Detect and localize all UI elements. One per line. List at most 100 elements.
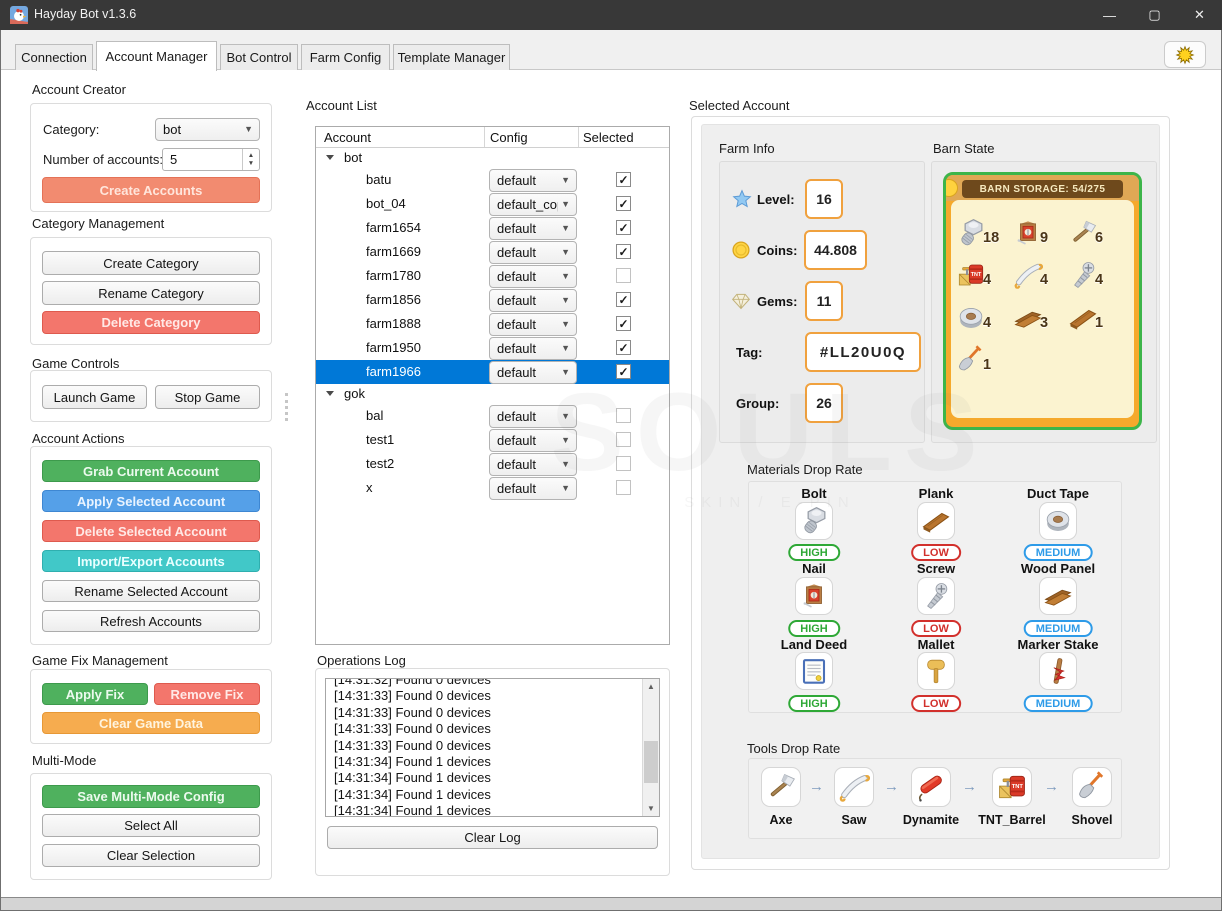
account-actions-title: Account Actions xyxy=(32,431,125,446)
chevron-down-icon: ▼ xyxy=(561,271,570,281)
selected-checkbox[interactable] xyxy=(616,480,631,495)
close-button[interactable]: ✕ xyxy=(1177,0,1222,30)
group-row-bot[interactable]: bot xyxy=(316,148,669,168)
tab-connection[interactable]: Connection xyxy=(15,44,93,70)
config-select[interactable]: default▼ xyxy=(489,241,577,264)
remove-fix-button[interactable]: Remove Fix xyxy=(154,683,260,705)
launch-game-button[interactable]: Launch Game xyxy=(42,385,147,409)
config-select[interactable]: default▼ xyxy=(489,217,577,240)
config-select[interactable]: default▼ xyxy=(489,405,577,428)
create-accounts-button[interactable]: Create Accounts xyxy=(42,177,260,203)
column-header-account[interactable]: Account xyxy=(316,127,485,147)
apply-selected-account-button[interactable]: Apply Selected Account xyxy=(42,490,260,512)
selected-checkbox[interactable]: ✓ xyxy=(616,220,631,235)
column-header-config[interactable]: Config xyxy=(485,127,579,147)
selected-checkbox[interactable] xyxy=(616,456,631,471)
selected-checkbox[interactable] xyxy=(616,408,631,423)
selected-checkbox[interactable]: ✓ xyxy=(616,244,631,259)
marker-stake-icon xyxy=(1043,656,1073,686)
config-select[interactable]: default▼ xyxy=(489,313,577,336)
farm-info-title: Farm Info xyxy=(719,141,775,156)
operations-log-view[interactable]: [14:31:32] Found 0 devices [14:31:33] Fo… xyxy=(325,678,660,817)
selected-checkbox[interactable]: ✓ xyxy=(616,340,631,355)
selected-checkbox[interactable]: ✓ xyxy=(616,292,631,307)
grab-current-account-button[interactable]: Grab Current Account xyxy=(42,460,260,482)
account-row[interactable]: test2 default▼ xyxy=(316,452,669,476)
account-row-selected[interactable]: farm1966 default▼ ✓ xyxy=(316,360,669,384)
config-select[interactable]: default▼ xyxy=(489,429,577,452)
tree-expander-icon[interactable] xyxy=(326,391,334,396)
clear-selection-button[interactable]: Clear Selection xyxy=(42,844,260,867)
account-row[interactable]: bal default▼ xyxy=(316,404,669,428)
account-row[interactable]: farm1780 default▼ xyxy=(316,264,669,288)
minimize-button[interactable]: — xyxy=(1087,0,1132,30)
material-name: Wood Panel xyxy=(998,561,1118,576)
log-line: [14:31:32] Found 0 devices xyxy=(334,678,659,688)
tab-bot-control[interactable]: Bot Control xyxy=(220,44,298,70)
account-row[interactable]: farm1669 default▼ ✓ xyxy=(316,240,669,264)
select-all-button[interactable]: Select All xyxy=(42,814,260,837)
stop-game-button[interactable]: Stop Game xyxy=(155,385,260,409)
scrollbar-thumb[interactable] xyxy=(644,741,658,783)
clear-game-data-button[interactable]: Clear Game Data xyxy=(42,712,260,734)
account-creator-title: Account Creator xyxy=(32,82,126,97)
column-header-selected[interactable]: Selected xyxy=(579,127,669,147)
maximize-button[interactable]: ▢ xyxy=(1132,0,1177,30)
tab-template-manager[interactable]: Template Manager xyxy=(393,44,510,70)
log-scrollbar[interactable]: ▲ ▼ xyxy=(642,679,659,816)
account-row[interactable]: farm1888 default▼ ✓ xyxy=(316,312,669,336)
import-export-accounts-button[interactable]: Import/Export Accounts xyxy=(42,550,260,572)
log-line: [14:31:33] Found 0 devices xyxy=(334,738,659,754)
theme-toggle-button[interactable] xyxy=(1164,41,1206,68)
sun-icon xyxy=(1175,45,1195,65)
config-select[interactable]: default_copy▼ xyxy=(489,193,577,216)
account-row[interactable]: farm1950 default▼ ✓ xyxy=(316,336,669,360)
selected-checkbox[interactable]: ✓ xyxy=(616,172,631,187)
accounts-count-label: Number of accounts: xyxy=(43,152,163,167)
config-select[interactable]: default▼ xyxy=(489,169,577,192)
account-row[interactable]: test1 default▼ xyxy=(316,428,669,452)
refresh-accounts-button[interactable]: Refresh Accounts xyxy=(42,610,260,632)
arrow-right-icon: → xyxy=(1044,778,1059,795)
scroll-up-icon[interactable]: ▲ xyxy=(643,679,659,694)
account-row[interactable]: x default▼ xyxy=(316,476,669,500)
account-row[interactable]: bot_04 default_copy▼ ✓ xyxy=(316,192,669,216)
config-select[interactable]: default▼ xyxy=(489,337,577,360)
splitter-grip[interactable] xyxy=(285,393,288,421)
category-select[interactable]: bot ▼ xyxy=(155,118,260,141)
account-row[interactable]: farm1654 default▼ ✓ xyxy=(316,216,669,240)
delete-category-button[interactable]: Delete Category xyxy=(42,311,260,334)
star-icon xyxy=(732,189,752,209)
scroll-down-icon[interactable]: ▼ xyxy=(643,801,659,816)
config-select[interactable]: default▼ xyxy=(489,453,577,476)
selected-checkbox[interactable]: ✓ xyxy=(616,196,631,211)
material-icon-box xyxy=(917,502,955,540)
clear-log-button[interactable]: Clear Log xyxy=(327,826,658,849)
selected-checkbox[interactable]: ✓ xyxy=(616,364,631,379)
config-select[interactable]: default▼ xyxy=(489,289,577,312)
selected-checkbox[interactable]: ✓ xyxy=(616,316,631,331)
tab-farm-config[interactable]: Farm Config xyxy=(301,44,390,70)
save-multi-mode-button[interactable]: Save Multi-Mode Config xyxy=(42,785,260,808)
account-row[interactable]: batu default▼ ✓ xyxy=(316,168,669,192)
config-select[interactable]: default▼ xyxy=(489,361,577,384)
app-window: Hayday Bot v1.3.6 — ▢ ✕ Connection Accou… xyxy=(0,0,1222,911)
title-bar: Hayday Bot v1.3.6 — ▢ ✕ xyxy=(0,0,1222,30)
tnt-barrel-icon: TNT xyxy=(996,771,1028,803)
stepper-arrows-icon[interactable]: ▲▼ xyxy=(242,149,259,170)
delete-selected-account-button[interactable]: Delete Selected Account xyxy=(42,520,260,542)
selected-checkbox[interactable] xyxy=(616,432,631,447)
accounts-count-stepper[interactable]: 5 ▲▼ xyxy=(162,148,260,171)
selected-checkbox[interactable] xyxy=(616,268,631,283)
rename-category-button[interactable]: Rename Category xyxy=(42,281,260,305)
rename-selected-account-button[interactable]: Rename Selected Account xyxy=(42,580,260,602)
tree-expander-icon[interactable] xyxy=(326,155,334,160)
group-row-gok[interactable]: gok xyxy=(316,384,669,404)
account-row[interactable]: farm1856 default▼ ✓ xyxy=(316,288,669,312)
tab-account-manager[interactable]: Account Manager xyxy=(96,41,217,71)
config-select[interactable]: default▼ xyxy=(489,265,577,288)
apply-fix-button[interactable]: Apply Fix xyxy=(42,683,148,705)
log-line: [14:31:33] Found 0 devices xyxy=(334,688,659,704)
config-select[interactable]: default▼ xyxy=(489,477,577,500)
create-category-button[interactable]: Create Category xyxy=(42,251,260,275)
